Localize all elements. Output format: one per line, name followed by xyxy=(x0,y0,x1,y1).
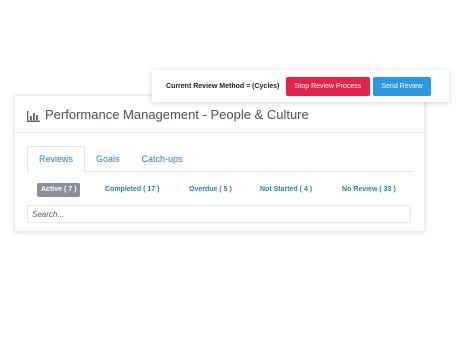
send-review-button[interactable]: Send Review xyxy=(373,76,431,96)
filter-overdue[interactable]: Overdue ( 5 ) xyxy=(189,183,232,197)
tab-bar: Reviews Goals Catch-ups xyxy=(27,146,413,172)
review-method-toolbar: Current Review Method = (Cycles) Stop Re… xyxy=(152,70,449,102)
filter-completed[interactable]: Completed ( 17 ) xyxy=(105,183,159,197)
performance-panel: Performance Management - People & Cultur… xyxy=(14,95,425,232)
tab-reviews[interactable]: Reviews xyxy=(27,146,86,172)
stop-review-button[interactable]: Stop Review Process xyxy=(286,76,370,96)
tab-catch-ups[interactable]: Catch-ups xyxy=(131,147,194,171)
search-input[interactable] xyxy=(27,205,411,223)
tab-goals[interactable]: Goals xyxy=(85,147,131,171)
filter-not-started[interactable]: Not Started ( 4 ) xyxy=(260,183,312,197)
review-method-label: Current Review Method = (Cycles) xyxy=(166,82,280,90)
bar-chart-icon xyxy=(27,109,40,122)
filter-active[interactable]: Active ( 7 ) xyxy=(37,183,81,197)
page-title: Performance Management - People & Cultur… xyxy=(45,106,309,122)
filter-no-review[interactable]: No Review ( 33 ) xyxy=(342,183,396,197)
status-filter-bar: Active ( 7 ) Completed ( 17 ) Overdue ( … xyxy=(37,183,417,197)
